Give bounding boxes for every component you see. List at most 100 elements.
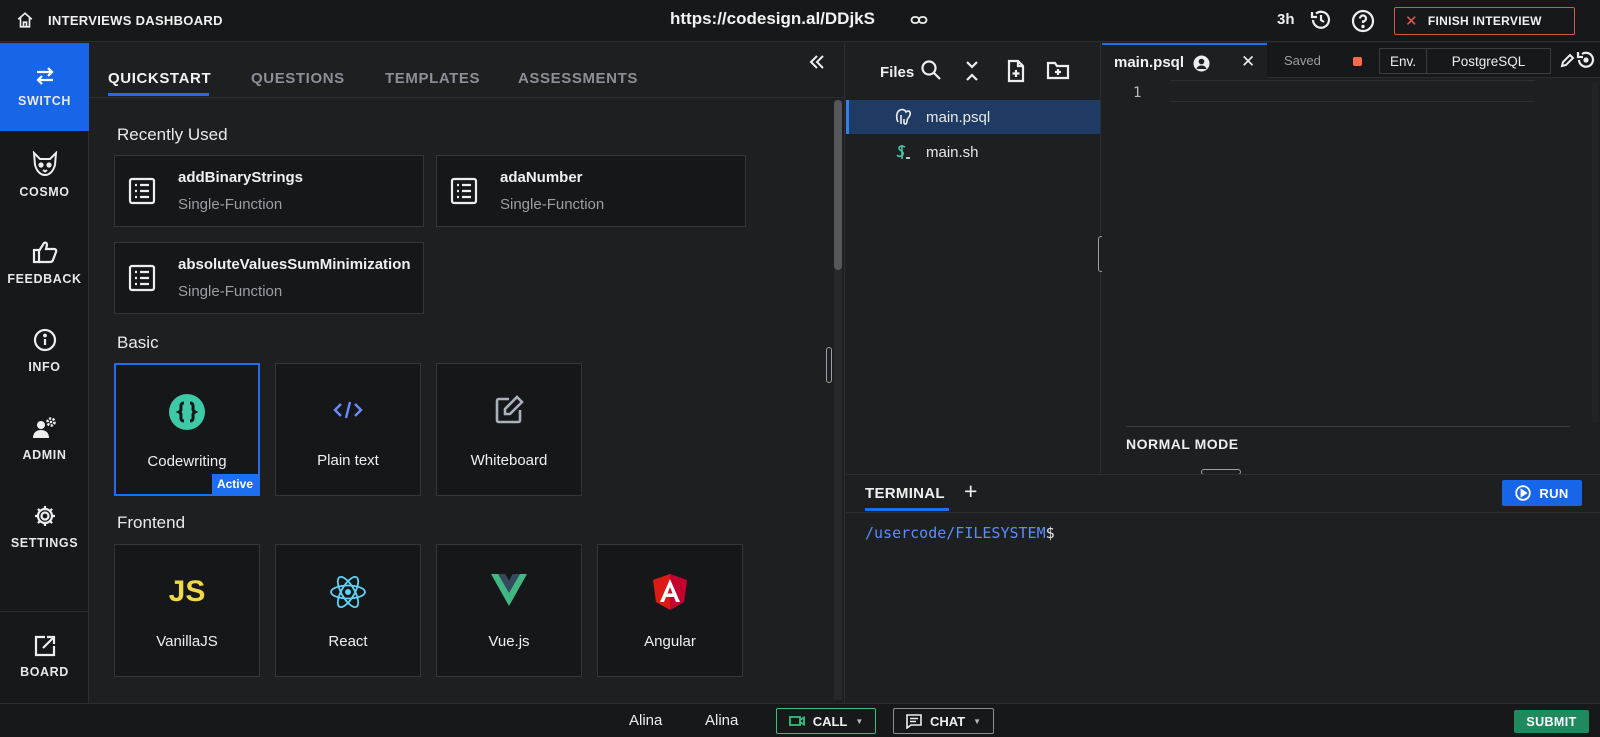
- editor-scrollbar[interactable]: [1592, 83, 1598, 423]
- finish-interview-label: FINISH INTERVIEW: [1427, 14, 1542, 28]
- pencil-icon[interactable]: [1560, 53, 1575, 68]
- chevron-down-icon: ▼: [855, 716, 864, 726]
- files-panel: Files main.psql main.sh: [846, 43, 1101, 473]
- rail-item-label: BOARD: [20, 665, 69, 679]
- bottom-bar: Alina Alina CALL ▼ CHAT ▼ SUBMIT: [0, 703, 1600, 737]
- file-item-main-psql[interactable]: main.psql: [846, 100, 1100, 134]
- postgres-elephant-icon: [894, 108, 912, 126]
- template-tile-angular[interactable]: Angular: [597, 544, 743, 677]
- switch-arrows-icon: [33, 66, 57, 86]
- template-tile-vue[interactable]: Vue.js: [436, 544, 582, 677]
- new-folder-icon[interactable]: [1046, 59, 1070, 81]
- editor-tab-main-psql[interactable]: main.psql ✕: [1102, 43, 1267, 78]
- section-title-recent: Recently Used: [117, 125, 228, 144]
- terminal-panel: TERMINAL + RUN /usercode/FILESYSTEM$: [846, 474, 1600, 703]
- document-list-icon: [450, 177, 478, 205]
- info-icon: [33, 328, 57, 352]
- submit-button[interactable]: SUBMIT: [1514, 710, 1589, 733]
- rail-item-label: FEEDBACK: [7, 272, 82, 286]
- collapse-all-icon[interactable]: [964, 59, 980, 83]
- template-tile-plain-text[interactable]: Plain text: [275, 363, 421, 496]
- external-board-icon: [34, 635, 56, 657]
- environment-selector[interactable]: Env. PostgreSQL: [1379, 48, 1551, 74]
- recent-item-type: Single-Function: [178, 196, 283, 213]
- dashboard-title[interactable]: INTERVIEWS DASHBOARD: [48, 13, 223, 28]
- participant-name: Alina: [629, 712, 663, 729]
- template-tile-react[interactable]: React: [275, 544, 421, 677]
- document-list-icon: [128, 177, 156, 205]
- reset-icon[interactable]: [1574, 49, 1596, 71]
- whiteboard-edit-icon: [491, 392, 527, 428]
- call-button[interactable]: CALL ▼: [776, 708, 876, 734]
- template-tile-vanillajs[interactable]: JS VanillaJS: [114, 544, 260, 677]
- help-icon[interactable]: [1351, 9, 1375, 33]
- react-logo-icon: [328, 573, 368, 611]
- active-tab-indicator: [108, 93, 209, 96]
- shell-script-icon: [894, 143, 912, 161]
- copy-link-icon[interactable]: [910, 13, 928, 27]
- chat-button[interactable]: CHAT ▼: [893, 708, 994, 734]
- recent-item-name: absoluteValuesSumMinimization: [178, 256, 411, 273]
- rail-item-admin[interactable]: ADMIN: [0, 395, 89, 483]
- files-title: Files: [880, 64, 915, 81]
- rail-item-feedback[interactable]: FEEDBACK: [0, 219, 89, 307]
- rail-item-label: COSMO: [19, 185, 70, 199]
- history-icon[interactable]: [1309, 8, 1333, 32]
- active-terminal-indicator: [865, 508, 949, 511]
- recent-item-name: adaNumber: [500, 169, 583, 186]
- panel-resize-handle[interactable]: [826, 347, 832, 383]
- run-label: RUN: [1539, 485, 1569, 501]
- file-item-main-sh[interactable]: main.sh: [846, 135, 1100, 169]
- home-icon[interactable]: [16, 11, 34, 29]
- collapse-panel-icon[interactable]: [808, 53, 826, 71]
- vue-logo-icon: [490, 573, 528, 607]
- template-tile-whiteboard[interactable]: Whiteboard: [436, 363, 582, 496]
- terminal-header: TERMINAL + RUN: [846, 475, 1600, 513]
- rail-item-label: ADMIN: [22, 448, 67, 462]
- rail-item-cosmo[interactable]: COSMO: [0, 131, 89, 219]
- finish-interview-button[interactable]: ✕ FINISH INTERVIEW: [1394, 7, 1575, 35]
- time-remaining: 3h: [1277, 11, 1295, 28]
- angular-logo-icon: [652, 573, 688, 611]
- play-circle-icon: [1515, 485, 1532, 501]
- new-file-icon[interactable]: [1006, 59, 1026, 83]
- rail-item-board[interactable]: BOARD: [0, 613, 89, 701]
- rail-item-settings[interactable]: SETTINGS: [0, 483, 89, 571]
- save-status: Saved: [1284, 53, 1321, 68]
- recent-item-name: addBinaryStrings: [178, 169, 304, 186]
- tile-label: Angular: [644, 633, 696, 650]
- tab-assessments[interactable]: ASSESSMENTS: [518, 70, 638, 87]
- cosmo-fox-icon: [31, 151, 59, 177]
- tab-terminal[interactable]: TERMINAL: [865, 485, 945, 502]
- tab-templates[interactable]: TEMPLATES: [385, 70, 480, 87]
- close-tab-icon[interactable]: ✕: [1241, 52, 1255, 72]
- add-terminal-icon[interactable]: +: [964, 478, 977, 505]
- close-x-icon: ✕: [1405, 13, 1418, 30]
- tile-label: Plain text: [317, 452, 379, 469]
- line-number: 1: [1133, 85, 1142, 101]
- editor-tabs: main.psql ✕ Saved Env. PostgreSQL: [1102, 43, 1600, 78]
- search-icon[interactable]: [920, 59, 942, 81]
- recent-item-type: Single-Function: [178, 283, 283, 300]
- recent-item[interactable]: addBinaryStrings Single-Function: [114, 155, 424, 227]
- tab-quickstart[interactable]: QUICKSTART: [108, 70, 211, 87]
- template-tile-codewriting[interactable]: Codewriting Active: [114, 363, 260, 496]
- tile-label: Whiteboard: [470, 452, 548, 469]
- rail-divider: [0, 611, 89, 612]
- scrollbar[interactable]: [834, 100, 842, 270]
- recent-item[interactable]: adaNumber Single-Function: [436, 155, 746, 227]
- tab-questions[interactable]: QUESTIONS: [251, 70, 345, 87]
- document-list-icon: [128, 264, 156, 292]
- chevron-down-icon: ▼: [973, 716, 982, 726]
- recent-item[interactable]: absoluteValuesSumMinimization Single-Fun…: [114, 242, 424, 314]
- terminal-prompt[interactable]: /usercode/FILESYSTEM$: [865, 524, 1055, 542]
- run-button[interactable]: RUN: [1502, 480, 1582, 506]
- rail-item-label: SETTINGS: [10, 536, 79, 550]
- code-input-line[interactable]: [1170, 80, 1535, 102]
- session-url: https://codesign.al/DDjkS: [670, 9, 875, 28]
- rail-item-switch[interactable]: SWITCH: [0, 43, 89, 131]
- chat-label: CHAT: [929, 713, 966, 729]
- admin-user-gear-icon: [32, 416, 58, 440]
- user-icon: [1193, 55, 1210, 72]
- rail-item-info[interactable]: INFO: [0, 307, 89, 395]
